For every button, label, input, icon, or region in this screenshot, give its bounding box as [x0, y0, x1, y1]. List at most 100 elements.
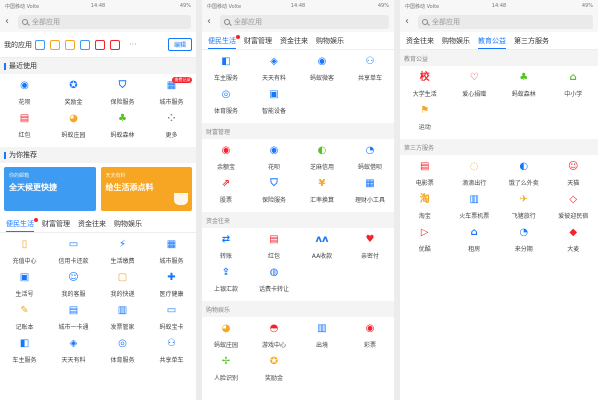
app-tile[interactable]: ▤ 电影票 — [400, 160, 450, 193]
app-tile[interactable]: ◕ 蚂蚁庄园 — [202, 322, 250, 355]
back-arrow-icon[interactable]: ‹ — [405, 17, 415, 27]
app-tile[interactable]: ◉ 余额宝 — [202, 144, 250, 177]
app-label: 体育服务 — [213, 108, 238, 115]
app-tile[interactable]: ◉ 蚂蚁微客 — [298, 55, 346, 88]
app-tile[interactable]: ◆ 大麦 — [549, 226, 598, 259]
app-tile[interactable]: ◎ 体育服务 — [202, 88, 250, 121]
search-input[interactable]: 全部应用 — [18, 15, 191, 29]
app-tile[interactable]: ⚡ 生活缴费 — [98, 238, 147, 271]
app-tile[interactable]: ▤ 红包 — [0, 112, 49, 145]
app-tile[interactable]: ▤ 红包 — [250, 233, 298, 266]
wallet-icon[interactable] — [95, 39, 105, 50]
app-tile[interactable]: ✪ 奖励金 — [250, 355, 298, 388]
app-tile[interactable]: ¥ 汇率换算 — [298, 177, 346, 210]
app-tile[interactable]: ◇ 爱彼迎民宿 — [549, 193, 598, 226]
app-tile[interactable]: ☺ 天猫 — [549, 160, 598, 193]
promo-banner[interactable]: 你的邮箱 全天候更快捷 — [4, 167, 96, 211]
search-input[interactable]: 全部应用 — [418, 15, 593, 29]
app-tile[interactable]: ⌂ 租房 — [450, 226, 500, 259]
category-tab[interactable]: 购物娱乐 — [312, 32, 348, 49]
category-tab[interactable]: 资金往来 — [402, 32, 438, 49]
heart-icon[interactable] — [110, 39, 120, 50]
app-tile[interactable]: ☺ 我的客服 — [49, 271, 98, 304]
app-tile[interactable]: ◕ 蚂蚁庄园 — [49, 112, 98, 145]
app-tile[interactable]: ▦ 理财小工具 — [346, 177, 394, 210]
bank-card-icon[interactable] — [35, 39, 45, 50]
app-tile[interactable]: ▥ 出境 — [298, 322, 346, 355]
app-tile[interactable]: ▥ 火车票机票 — [450, 193, 500, 226]
book-icon[interactable] — [65, 39, 75, 50]
app-tile[interactable]: ✢ 人脸识别 — [202, 355, 250, 388]
category-tab[interactable]: 便民生活 — [204, 32, 240, 49]
app-tile[interactable]: ▦ 城市服务 缴费记录 — [147, 77, 196, 112]
app-tile[interactable]: ◐ 芝麻信用 — [298, 144, 346, 177]
edit-button[interactable]: 编辑 — [167, 38, 192, 51]
card-icon[interactable] — [80, 39, 90, 50]
app-tile[interactable]: 校大学生活 — [400, 71, 450, 104]
app-tile[interactable]: ◔ 蚂蚁借呗 — [346, 144, 394, 177]
app-tile[interactable]: ⇄ 转账 — [202, 233, 250, 266]
app-tile[interactable]: 淘淘宝 — [400, 193, 450, 226]
app-tile[interactable]: ◌ 滴滴出行 — [450, 160, 500, 193]
app-tile[interactable]: ▦ 城市服务 — [147, 238, 196, 271]
app-tile[interactable]: ⚇ 共享单车 — [346, 55, 394, 88]
category-tab[interactable]: 资金往来 — [74, 215, 110, 232]
app-tile[interactable]: ◐ 饿了么外卖 — [499, 160, 549, 193]
app-tile[interactable]: ◓ 游戏中心 — [250, 322, 298, 355]
app-tile[interactable]: ✈ 飞猪旅行 — [499, 193, 549, 226]
app-tile[interactable]: ⛉ 保险服务 — [98, 79, 147, 112]
app-tile[interactable]: ▭ 信用卡还款 — [49, 238, 98, 271]
app-tile[interactable]: ◈ 天天有料 — [49, 337, 98, 370]
app-tile[interactable]: ✚ 医疗健康 — [147, 271, 196, 304]
app-tile[interactable]: ♡ 爱心捐赠 — [450, 71, 500, 104]
app-tile[interactable]: ⇪ 上银汇款 — [202, 266, 250, 299]
transfer-icon[interactable] — [50, 39, 60, 50]
app-tile[interactable]: ▣ 智能设备 — [250, 88, 298, 121]
category-tab[interactable]: 便民生活 — [2, 215, 38, 232]
app-tile[interactable]: ▭ 蚂蚁宝卡 — [147, 304, 196, 337]
app-tile[interactable]: ▣ 生活号 — [0, 271, 49, 304]
more-dots[interactable]: ··· — [129, 40, 137, 49]
app-tile[interactable]: ▷ 优酷 — [400, 226, 450, 259]
category-tab[interactable]: 财富管理 — [38, 215, 74, 232]
app-tile[interactable]: ◎ 体育服务 — [98, 337, 147, 370]
search-input[interactable]: 全部应用 — [220, 15, 389, 29]
app-tile[interactable]: ◉ 花呗 — [0, 79, 49, 112]
app-label: AA收款 — [311, 253, 333, 260]
bank-remit-icon: ⇪ — [221, 267, 231, 278]
category-tab[interactable]: 教育公益 — [474, 32, 510, 49]
app-tile[interactable]: ▥ 发票管家 — [98, 304, 147, 337]
app-tile[interactable]: ⇗ 股票 — [202, 177, 250, 210]
clock-text: 14:48 — [290, 3, 306, 9]
app-tile[interactable]: ⁘ 更多 — [147, 112, 196, 145]
app-tile[interactable]: ⚇ 共享单车 — [147, 337, 196, 370]
back-arrow-icon[interactable]: ‹ — [5, 17, 15, 27]
promo-banner[interactable]: 天天有料 给生活添点料 — [100, 167, 192, 211]
category-tab[interactable]: 第三方服务 — [510, 32, 553, 49]
app-tile[interactable]: ◈ 天天有料 — [250, 55, 298, 88]
app-tile[interactable]: ▢ 我的快递 — [98, 271, 147, 304]
app-tile[interactable]: ◧ 车主服务 — [0, 337, 49, 370]
app-tile[interactable]: ⚑ 运动 — [400, 104, 450, 137]
category-tab[interactable]: 财富管理 — [240, 32, 276, 49]
app-tile[interactable]: ♣ 蚂蚁森林 — [499, 71, 549, 104]
app-tile[interactable]: ✪ 奖励金 — [49, 79, 98, 112]
app-tile[interactable]: ◉ 彩票 — [346, 322, 394, 355]
app-tile[interactable]: ▯ 充值中心 — [0, 238, 49, 271]
app-tile[interactable]: ◧ 车主服务 — [202, 55, 250, 88]
category-tab[interactable]: 资金往来 — [276, 32, 312, 49]
back-arrow-icon[interactable]: ‹ — [207, 17, 217, 27]
app-tile[interactable]: ▤ 城市一卡通 — [49, 304, 98, 337]
app-tile[interactable]: ⛉ 保险服务 — [250, 177, 298, 210]
app-tile[interactable]: ✎ 记账本 — [0, 304, 49, 337]
app-tile[interactable]: ♣ 蚂蚁森林 — [98, 112, 147, 145]
app-tile[interactable]: ◍ 话费卡转让 — [250, 266, 298, 299]
app-tile[interactable]: ʌʌ AA收款 — [298, 233, 346, 266]
category-tab[interactable]: 购物娱乐 — [438, 32, 474, 49]
app-tile[interactable]: ◔ 来分期 — [499, 226, 549, 259]
app-tile[interactable]: ⌂ 中小学 — [549, 71, 598, 104]
category-tab[interactable]: 购物娱乐 — [110, 215, 146, 232]
app-tile[interactable]: ♥ 亲密付 — [346, 233, 394, 266]
app-tile[interactable]: ◉ 花呗 — [250, 144, 298, 177]
section-title: 购物娱乐 — [206, 306, 231, 314]
